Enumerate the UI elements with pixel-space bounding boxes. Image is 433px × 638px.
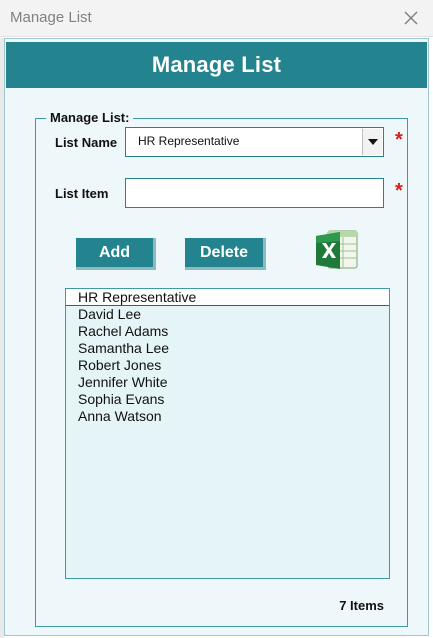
add-button[interactable]: Add	[76, 238, 156, 270]
list-item[interactable]: Samantha Lee	[66, 340, 389, 357]
list-item[interactable]: Anna Watson	[66, 408, 389, 425]
list-item-required-mark: *	[395, 180, 403, 202]
list-item[interactable]: Rachel Adams	[66, 323, 389, 340]
window-title: Manage List	[10, 9, 92, 26]
list-name-value: HR Representative	[138, 134, 240, 148]
list-name-dropdown[interactable]: HR Representative	[125, 127, 384, 157]
items-count: 7 Items	[339, 598, 384, 613]
list-item[interactable]: Sophia Evans	[66, 391, 389, 408]
window-titlebar: Manage List	[0, 0, 433, 37]
list-item-label: List Item	[55, 186, 109, 201]
list-name-required-mark: *	[395, 129, 403, 151]
delete-button[interactable]: Delete	[185, 238, 266, 270]
list-item[interactable]: David Lee	[66, 306, 389, 323]
excel-export-button[interactable]	[314, 227, 360, 273]
close-button[interactable]	[389, 0, 433, 36]
form-header-title: Manage List	[151, 52, 282, 77]
group-label: Manage List:	[46, 110, 134, 125]
list-item[interactable]: Jennifer White	[66, 374, 389, 391]
list-name-label: List Name	[55, 135, 118, 150]
close-icon	[404, 11, 418, 25]
list-items-box[interactable]: HR Representative David Lee Rachel Adams…	[65, 288, 390, 579]
dropdown-button[interactable]	[362, 129, 382, 155]
list-item[interactable]: Robert Jones	[66, 357, 389, 374]
list-item[interactable]: HR Representative	[66, 289, 389, 306]
form-header: Manage List	[6, 42, 427, 88]
excel-icon	[316, 230, 358, 269]
list-item-input[interactable]	[125, 178, 384, 208]
chevron-down-icon	[367, 139, 378, 145]
